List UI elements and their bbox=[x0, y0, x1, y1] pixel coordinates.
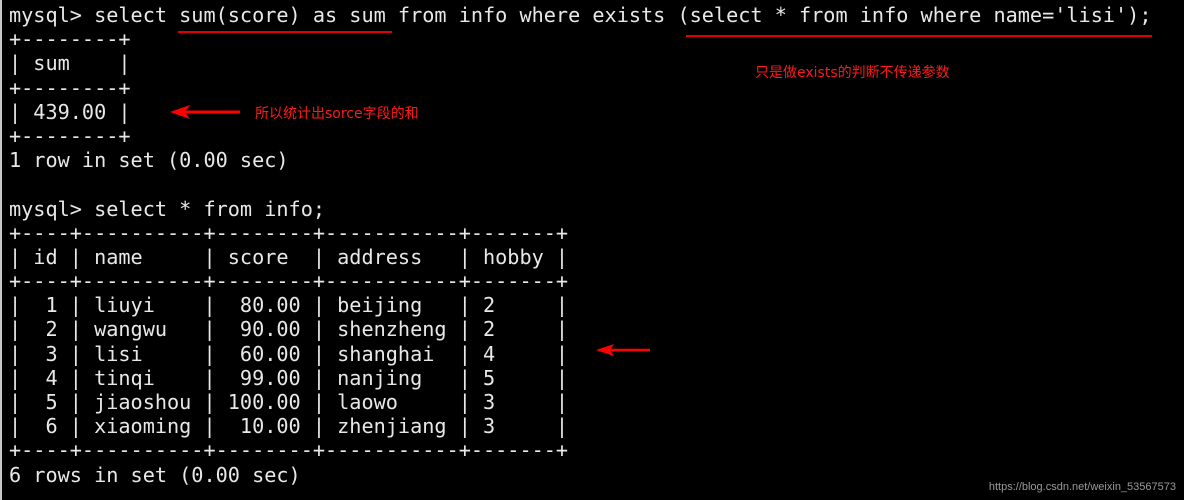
terminal-line: +----+----------+--------+-----------+--… bbox=[9, 269, 569, 294]
underline-sum-expression bbox=[178, 31, 392, 33]
terminal-line: +--------+ bbox=[9, 75, 131, 100]
terminal-output[interactable]: mysql> select sum(score) as sum from inf… bbox=[9, 3, 1151, 487]
terminal-line: | sum | bbox=[9, 51, 131, 76]
terminal-line: +----+----------+--------+-----------+--… bbox=[9, 220, 569, 245]
terminal-line-footer2: 6 rows in set (0.00 sec) bbox=[9, 462, 301, 487]
table-row: | 5 | jiaoshou | 100.00 | laowo | 3 | bbox=[9, 390, 569, 414]
annotation-sum-note: 所以统计出sorce字段的和 bbox=[255, 106, 419, 122]
terminal-line: +----+----------+--------+-----------+--… bbox=[9, 438, 569, 463]
table-row: | 1 | liuyi | 80.00 | beijing | 2 | bbox=[9, 293, 569, 318]
terminal-line-query1: mysql> select sum(score) as sum from inf… bbox=[9, 3, 1152, 27]
arrow-left-icon bbox=[170, 105, 240, 119]
terminal-line-header: | id | name | score | address | hobby | bbox=[9, 244, 569, 269]
table-row: | 6 | xiaoming | 10.00 | zhenjiang | 3 | bbox=[9, 414, 569, 439]
terminal-line: +--------+ bbox=[9, 123, 131, 148]
table-row: | 2 | wangwu | 90.00 | shenzheng | 2 | bbox=[9, 317, 569, 342]
terminal-line-footer1: 1 row in set (0.00 sec) bbox=[9, 148, 289, 173]
arrow-left-icon bbox=[596, 344, 650, 356]
table-row: | 3 | lisi | 60.00 | shanghai | 4 | bbox=[9, 341, 569, 366]
table-row: | 4 | tinqi | 99.00 | nanjing | 5 | bbox=[9, 365, 569, 390]
terminal-line-query2: mysql> select * from info; bbox=[9, 196, 326, 221]
annotation-exists-note: 只是做exists的判断不传递参数 bbox=[755, 65, 950, 81]
watermark: https://blog.csdn.net/weixin_53567573 bbox=[988, 481, 1176, 493]
underline-exists-subquery bbox=[686, 35, 1152, 37]
window-edge bbox=[0, 0, 2, 500]
